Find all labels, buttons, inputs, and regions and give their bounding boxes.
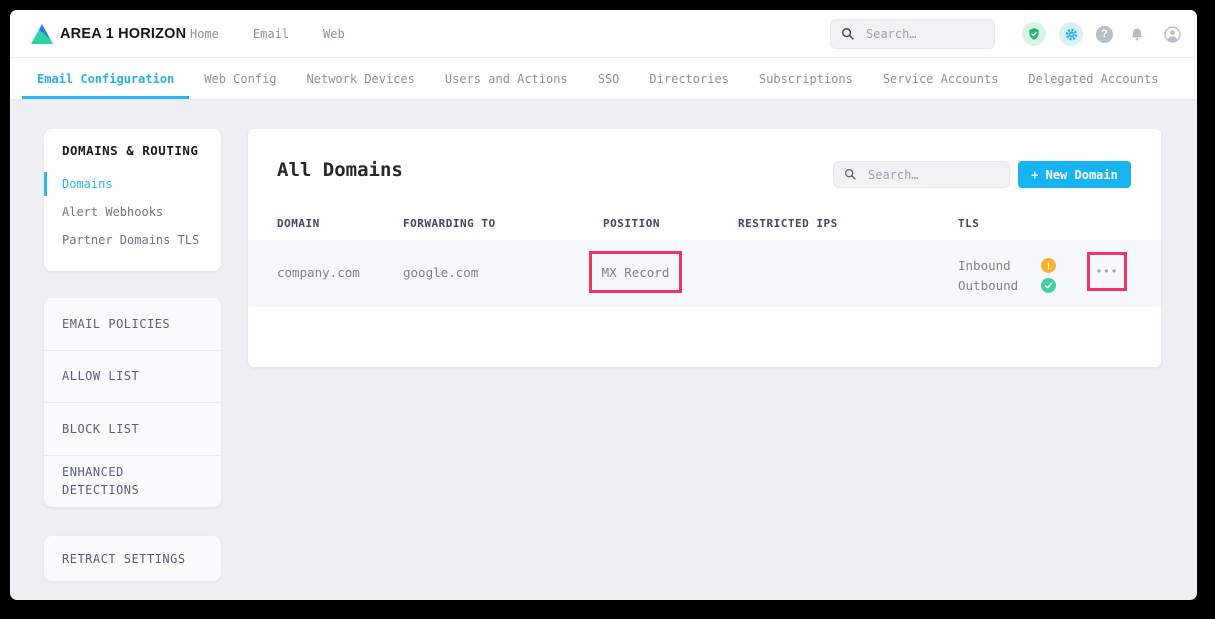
gear-icon[interactable]	[1059, 22, 1083, 46]
tab-service-accounts[interactable]: Service Accounts	[868, 58, 1014, 99]
sidebar-item-alert-webhooks[interactable]: Alert Webhooks	[44, 198, 221, 226]
config-tabs: Email Configuration Web Config Network D…	[10, 58, 1197, 100]
top-nav-email[interactable]: Email	[253, 27, 289, 41]
forwarding-to-cell: google.com	[403, 265, 478, 280]
tab-network-devices[interactable]: Network Devices	[292, 58, 430, 99]
column-header-tls: TLS	[958, 217, 979, 230]
tab-subscriptions[interactable]: Subscriptions	[744, 58, 868, 99]
table-header: DOMAIN FORWARDING TO POSITION RESTRICTED…	[248, 217, 1161, 241]
tls-status-icons: !	[1041, 258, 1056, 293]
domains-search-input[interactable]	[866, 167, 999, 183]
position-annotation-box: MX Record	[589, 251, 682, 293]
sidebar-item-partner-domains-tls[interactable]: Partner Domains TLS	[44, 226, 221, 254]
content-area: DOMAINS & ROUTING Domains Alert Webhooks…	[10, 100, 1197, 600]
tab-email-configuration[interactable]: Email Configuration	[22, 58, 189, 99]
top-nav-home[interactable]: Home	[190, 27, 219, 41]
new-domain-button[interactable]: + New Domain	[1018, 161, 1131, 188]
global-search[interactable]	[830, 19, 995, 49]
sidebar-item-block-list[interactable]: BLOCK LIST	[44, 403, 221, 456]
top-bar: AREA 1 HORIZON Home Email Web	[10, 10, 1197, 58]
search-icon	[841, 27, 855, 41]
actions-annotation-box: •••	[1087, 252, 1127, 291]
brand-logo[interactable]: AREA 1 HORIZON	[31, 10, 186, 58]
top-icon-row: ?	[1022, 10, 1183, 58]
top-nav-web[interactable]: Web	[323, 27, 345, 41]
bell-icon[interactable]	[1126, 22, 1148, 46]
shield-check-icon[interactable]	[1022, 22, 1046, 46]
tls-outbound-label: Outbound	[958, 276, 1018, 296]
column-header-restricted-ips: RESTRICTED IPS	[738, 217, 838, 230]
sidebar-item-domains[interactable]: Domains	[44, 170, 221, 198]
row-actions-menu-button[interactable]: •••	[1096, 266, 1119, 277]
area1-triangle-icon	[31, 24, 53, 44]
tab-users-and-actions[interactable]: Users and Actions	[430, 58, 583, 99]
column-header-forwarding-to: FORWARDING TO	[403, 217, 496, 230]
warning-icon[interactable]: !	[1041, 258, 1056, 273]
tab-web-config[interactable]: Web Config	[189, 58, 291, 99]
sidebar-item-retract-settings[interactable]: RETRACT SETTINGS	[44, 536, 221, 581]
check-icon[interactable]	[1041, 278, 1056, 293]
table-row[interactable]: company.com google.com MX Record Inbound…	[248, 240, 1161, 307]
all-domains-panel: All Domains + New Domain DOMAIN FORWARDI…	[248, 129, 1161, 367]
column-header-domain: DOMAIN	[277, 217, 320, 230]
sidebar-item-enhanced-detections[interactable]: ENHANCED DETECTIONS	[44, 456, 221, 508]
tab-sso[interactable]: SSO	[583, 58, 635, 99]
sidebar-section-title: DOMAINS & ROUTING	[44, 143, 221, 170]
tls-cell: Inbound Outbound	[958, 256, 1018, 296]
domains-search[interactable]	[833, 161, 1010, 188]
tls-inbound-label: Inbound	[958, 256, 1018, 276]
position-cell: MX Record	[602, 265, 670, 280]
tab-directories[interactable]: Directories	[634, 58, 743, 99]
top-nav: Home Email Web	[190, 10, 345, 58]
tab-delegated-accounts[interactable]: Delegated Accounts	[1013, 58, 1173, 99]
help-icon[interactable]: ?	[1096, 26, 1113, 43]
column-header-position: POSITION	[603, 217, 660, 230]
app-window: AREA 1 HORIZON Home Email Web	[10, 10, 1197, 600]
sidebar-item-allow-list[interactable]: ALLOW LIST	[44, 351, 221, 404]
user-icon[interactable]	[1161, 22, 1183, 46]
brand-name: AREA 1 HORIZON	[60, 26, 186, 42]
search-icon	[844, 168, 857, 181]
sidebar-card-policies: EMAIL POLICIES ALLOW LIST BLOCK LIST ENH…	[44, 298, 221, 507]
domain-cell: company.com	[277, 265, 360, 280]
sidebar-card-domains-routing: DOMAINS & ROUTING Domains Alert Webhooks…	[44, 129, 221, 271]
global-search-input[interactable]	[864, 26, 984, 42]
page-title: All Domains	[277, 159, 403, 181]
sidebar-item-email-policies[interactable]: EMAIL POLICIES	[44, 298, 221, 351]
